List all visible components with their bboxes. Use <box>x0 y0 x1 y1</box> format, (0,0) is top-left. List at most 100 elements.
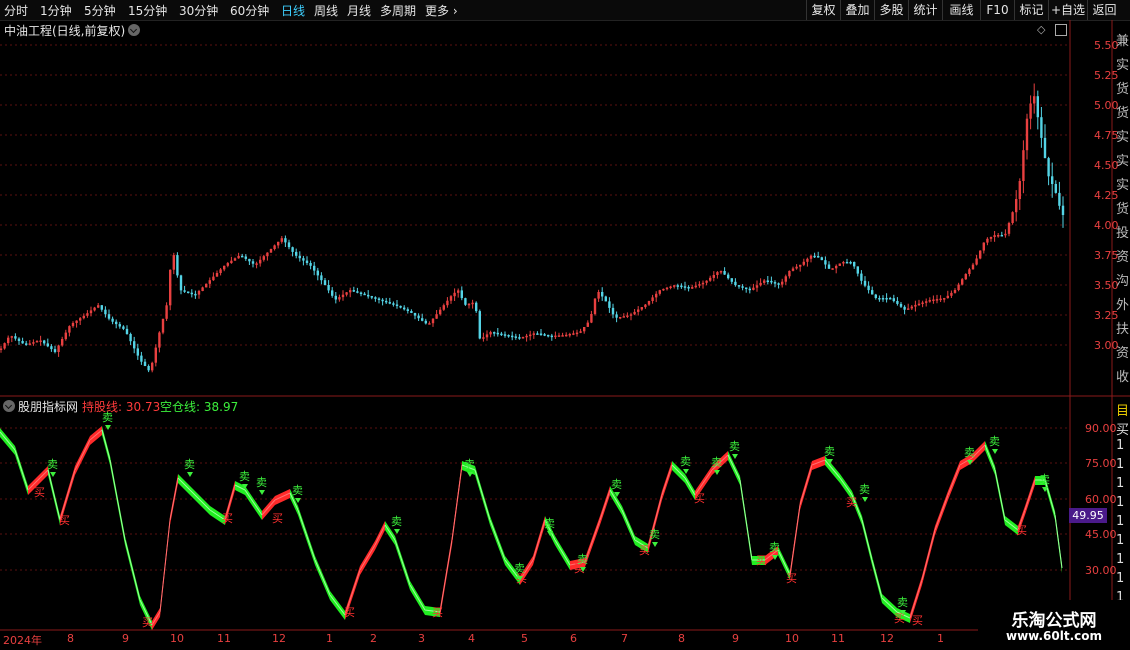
candle-body <box>111 318 114 322</box>
buy-mark: 买 <box>59 514 70 527</box>
ribbon-edge <box>359 544 376 571</box>
sell-arrow-icon <box>394 529 400 534</box>
ribbon-edge <box>474 469 491 521</box>
window-toggle-icon[interactable] <box>1055 24 1067 36</box>
candle-body <box>345 292 348 295</box>
watermark: 乐淘公式网 www.60lt.com <box>978 600 1130 650</box>
candle-body <box>280 238 283 242</box>
candle-body <box>572 333 575 335</box>
candle-body <box>907 308 910 310</box>
ribbon-edge <box>934 494 949 531</box>
candle-body <box>723 271 726 275</box>
candle-body <box>7 337 10 344</box>
candle-body <box>968 269 971 274</box>
buy-mark: 买 <box>344 606 355 619</box>
diamond-icon[interactable]: ◇ <box>1037 23 1045 36</box>
ribbon-edge <box>739 479 753 561</box>
stock-title: 中油工程(日线,前复权) <box>4 24 126 38</box>
candle-body <box>719 271 723 273</box>
candle-body <box>914 304 917 307</box>
candle-body <box>799 264 802 267</box>
date-tick: 6 <box>570 632 577 645</box>
side-glyph: 货 <box>1116 202 1130 217</box>
candle-body <box>428 323 431 325</box>
candle-body <box>363 293 366 296</box>
candle-body <box>241 255 244 258</box>
candle-body <box>590 314 593 323</box>
candle-body <box>943 298 946 300</box>
price-tick: 3.50 <box>1094 279 1119 292</box>
candle-body <box>784 276 787 282</box>
candle-body <box>957 284 960 290</box>
candle-body <box>953 290 957 293</box>
date-tick: 11 <box>217 632 231 645</box>
candle-body <box>50 346 53 350</box>
price-tick: 4.75 <box>1094 129 1119 142</box>
candle-body <box>277 241 280 246</box>
candle-body <box>629 314 633 316</box>
buy-mark: 买 <box>222 512 233 525</box>
candle-body <box>302 258 305 261</box>
candle-body <box>691 287 694 289</box>
candle-body <box>676 285 679 287</box>
candle-body <box>86 313 89 316</box>
candle-body <box>212 276 215 281</box>
candle-body <box>853 262 856 267</box>
candle-body <box>133 341 136 349</box>
candle-body <box>298 255 301 259</box>
candle-body <box>147 366 150 371</box>
sell-mark: 卖 <box>1039 473 1050 486</box>
candle-body <box>61 339 64 346</box>
candle-body <box>827 264 831 269</box>
candle-body <box>752 287 755 290</box>
candle-body <box>896 301 899 304</box>
candle-body <box>287 242 291 248</box>
price-tick: 5.25 <box>1094 69 1119 82</box>
chevron-down-icon[interactable] <box>128 24 140 36</box>
main-chart-title: 中油工程(日线,前复权) <box>4 22 125 39</box>
candle-body <box>986 238 989 243</box>
candle-body <box>1061 205 1065 215</box>
candle-body <box>79 318 82 321</box>
candle-body <box>169 269 172 306</box>
sell-mark: 卖 <box>897 596 908 609</box>
candle-body <box>583 327 586 332</box>
date-tick: 9 <box>732 632 739 645</box>
sell-arrow-icon <box>714 470 720 475</box>
candle-body <box>259 259 262 264</box>
candle-body <box>824 260 827 265</box>
candle-body <box>392 303 395 305</box>
price-tick: 3.75 <box>1094 249 1119 262</box>
candle-body <box>813 255 816 258</box>
side-glyph: 投 <box>1116 226 1130 241</box>
candle-body <box>662 288 665 291</box>
candle-body <box>961 279 964 285</box>
sell-mark: 卖 <box>989 435 1000 448</box>
candle-body <box>529 334 532 337</box>
buy-mark: 买 <box>432 606 443 619</box>
candle-body <box>741 286 744 288</box>
side-glyph: 实 <box>1116 58 1130 73</box>
side-glyph: 1 <box>1116 495 1125 510</box>
watermark-url: www.60lt.com <box>1005 629 1103 643</box>
candle-body <box>377 298 381 300</box>
candle-body <box>979 250 982 259</box>
date-tick: 2024年 <box>3 634 42 647</box>
candle-body <box>154 347 157 363</box>
candle-body <box>1029 103 1032 119</box>
chevron-down-icon[interactable] <box>3 400 15 412</box>
side-glyph: 资 <box>1116 250 1130 265</box>
sell-mark: 卖 <box>514 562 525 575</box>
candle-body <box>874 294 877 298</box>
candle-body <box>579 331 582 333</box>
candle-body <box>309 263 312 266</box>
candle-body <box>651 297 654 301</box>
candle-body <box>971 264 975 270</box>
buy-mark: 买 <box>1016 524 1027 537</box>
sell-arrow-icon <box>862 497 868 502</box>
candle-body <box>53 349 57 352</box>
candle-body <box>273 245 276 249</box>
candle-body <box>359 292 363 294</box>
candle-body <box>403 307 406 310</box>
ribbon-edge <box>839 477 853 496</box>
